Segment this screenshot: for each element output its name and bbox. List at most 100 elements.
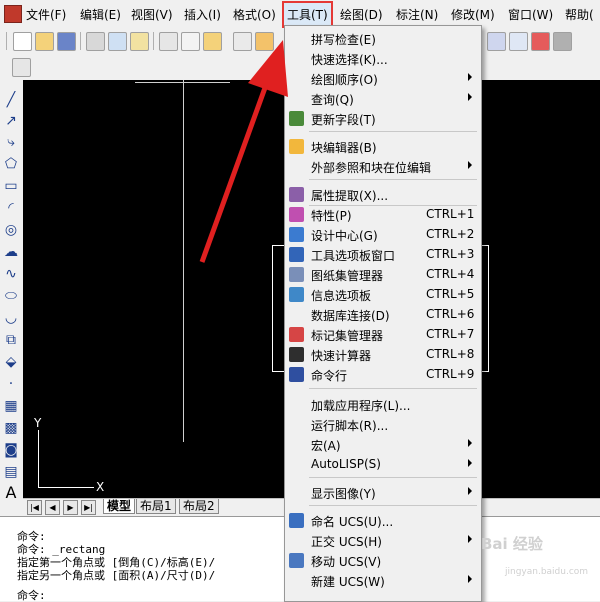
menu-item-info-palette[interactable]: 信息选项板 CTRL+5 bbox=[285, 285, 481, 304]
match-properties-icon[interactable] bbox=[233, 32, 252, 51]
sheet-set-icon[interactable] bbox=[487, 32, 506, 51]
menu-item-quick-calc[interactable]: 快速计算器 CTRL+8 bbox=[285, 345, 481, 364]
line-icon[interactable]: ╱ bbox=[3, 92, 19, 108]
copy-icon[interactable] bbox=[181, 32, 200, 51]
menu-item-label: 显示图像(Y) bbox=[311, 487, 376, 501]
rectangle-bottom-edge bbox=[272, 371, 284, 372]
point-icon[interactable]: · bbox=[3, 376, 19, 392]
menu-item-sheet-set-manager[interactable]: 图纸集管理器 CTRL+4 bbox=[285, 265, 481, 284]
menu-item-new-ucs[interactable]: 新建 UCS(W) bbox=[285, 571, 481, 590]
crosshair-vertical bbox=[183, 80, 184, 442]
menu-format[interactable]: 格式(O) bbox=[233, 6, 276, 24]
tab-layout2[interactable]: 布局2 bbox=[179, 499, 219, 514]
table-icon[interactable]: ▤ bbox=[3, 464, 19, 480]
ellipse-arc-icon[interactable]: ◡ bbox=[3, 310, 19, 326]
markup-set-manager-icon bbox=[289, 327, 304, 342]
submenu-arrow-icon bbox=[468, 575, 472, 583]
menu-item-macro[interactable]: 宏(A) bbox=[285, 435, 481, 454]
app-icon[interactable] bbox=[4, 5, 22, 23]
menu-item-attribute-extract[interactable]: 属性提取(X)... bbox=[285, 185, 481, 204]
menu-item-inquiry[interactable]: 查询(Q) bbox=[285, 89, 481, 108]
menu-item-db-connect[interactable]: 数据库连接(D) CTRL+6 bbox=[285, 305, 481, 324]
menu-item-load-application[interactable]: 加载应用程序(L)... bbox=[285, 395, 481, 414]
menu-help[interactable]: 帮助( bbox=[565, 6, 594, 24]
menu-edit[interactable]: 编辑(E) bbox=[80, 6, 121, 24]
menu-item-block-editor[interactable]: 块编辑器(B) bbox=[285, 137, 481, 156]
make-block-icon[interactable]: ⬙ bbox=[3, 354, 19, 370]
polygon-icon[interactable]: ⬠ bbox=[3, 156, 19, 172]
multiline-text-icon[interactable]: A bbox=[3, 485, 19, 501]
menu-modify[interactable]: 修改(M) bbox=[451, 6, 495, 24]
submenu-arrow-icon bbox=[468, 439, 472, 447]
tab-layout1[interactable]: 布局1 bbox=[136, 499, 176, 514]
menu-item-autolisp[interactable]: AutoLISP(S) bbox=[285, 455, 481, 474]
calculator-icon[interactable] bbox=[553, 32, 572, 51]
save-icon[interactable] bbox=[57, 32, 76, 51]
prev-tab-icon[interactable]: ◀ bbox=[45, 500, 60, 515]
region-icon[interactable]: ◙ bbox=[3, 442, 19, 458]
publish-icon[interactable] bbox=[130, 32, 149, 51]
arc-icon[interactable]: ◜ bbox=[3, 200, 19, 216]
info-palette-icon bbox=[289, 287, 304, 302]
menu-dimension[interactable]: 标注(N) bbox=[396, 6, 438, 24]
menu-window[interactable]: 窗口(W) bbox=[508, 6, 553, 24]
menu-item-markup-set-manager[interactable]: 标记集管理器 CTRL+7 bbox=[285, 325, 481, 344]
hatch-icon[interactable]: ▦ bbox=[3, 398, 19, 414]
markup-set-icon[interactable] bbox=[531, 32, 550, 51]
menu-item-orthographic-ucs[interactable]: 正交 UCS(H) bbox=[285, 531, 481, 550]
draw-toolbar: ╱ ↗ ⤷ ⬠ ▭ ◜ ◎ ☁ ∿ ⬭ ◡ ⧉ ⬙ · ▦ ▩ ◙ ▤ A bbox=[0, 80, 24, 501]
menu-item-run-script[interactable]: 运行脚本(R)... bbox=[285, 415, 481, 434]
menu-item-tool-palettes[interactable]: 工具选项板窗口 CTRL+3 bbox=[285, 245, 481, 264]
menu-insert[interactable]: 插入(I) bbox=[184, 6, 221, 24]
menu-draw[interactable]: 绘图(D) bbox=[340, 6, 383, 24]
insert-block-icon[interactable]: ⧉ bbox=[3, 332, 19, 348]
menu-item-label: 宏(A) bbox=[311, 439, 341, 453]
next-tab-icon[interactable]: ▶ bbox=[63, 500, 78, 515]
construction-line-icon[interactable]: ↗ bbox=[3, 113, 19, 129]
menu-item-label: 新建 UCS(W) bbox=[311, 575, 385, 589]
print-preview-icon[interactable] bbox=[108, 32, 127, 51]
menu-item-command-line[interactable]: 命令行 CTRL+9 bbox=[285, 365, 481, 384]
menu-item-quick-select[interactable]: 快速选择(K)... bbox=[285, 49, 481, 68]
ellipse-icon[interactable]: ⬭ bbox=[3, 288, 19, 304]
menu-item-shortcut: CTRL+8 bbox=[426, 347, 475, 361]
menu-item-design-center[interactable]: 设计中心(G) CTRL+2 bbox=[285, 225, 481, 244]
revision-cloud-icon[interactable]: ☁ bbox=[3, 244, 19, 260]
menu-view[interactable]: 视图(V) bbox=[131, 6, 173, 24]
properties-icon bbox=[289, 207, 304, 222]
menu-item-spell-check[interactable]: 拼写检查(E) bbox=[285, 29, 481, 48]
command-prompt[interactable]: 命令: bbox=[17, 589, 46, 602]
menu-item-display-image[interactable]: 显示图像(Y) bbox=[285, 483, 481, 502]
block-editor-toolbar-icon[interactable] bbox=[255, 32, 274, 51]
submenu-arrow-icon bbox=[468, 93, 472, 101]
menu-item-update-fields[interactable]: 更新字段(T) bbox=[285, 109, 481, 128]
menu-file[interactable]: 文件(F) bbox=[26, 6, 66, 24]
gradient-icon[interactable]: ▩ bbox=[3, 420, 19, 436]
open-file-icon[interactable] bbox=[35, 32, 54, 51]
layer-manager-icon[interactable] bbox=[12, 58, 31, 77]
circle-icon[interactable]: ◎ bbox=[3, 222, 19, 238]
submenu-arrow-icon bbox=[468, 73, 472, 81]
print-icon[interactable] bbox=[86, 32, 105, 51]
polyline-icon[interactable]: ⤷ bbox=[3, 134, 19, 150]
paste-icon[interactable] bbox=[203, 32, 222, 51]
menu-item-label: 加载应用程序(L)... bbox=[311, 399, 411, 413]
move-ucs-icon bbox=[289, 553, 304, 568]
menu-item-move-ucs[interactable]: 移动 UCS(V) bbox=[285, 551, 481, 570]
menu-item-named-ucs[interactable]: 命名 UCS(U)... bbox=[285, 511, 481, 530]
rectangle-icon[interactable]: ▭ bbox=[3, 178, 19, 194]
last-tab-icon[interactable]: ▶| bbox=[81, 500, 96, 515]
cut-icon[interactable] bbox=[159, 32, 178, 51]
menu-item-xref-inplace-edit[interactable]: 外部参照和块在位编辑 bbox=[285, 157, 481, 176]
markup-icon[interactable] bbox=[509, 32, 528, 51]
menu-item-properties[interactable]: 特性(P) CTRL+1 bbox=[285, 205, 481, 224]
first-tab-icon[interactable]: |◀ bbox=[27, 500, 42, 515]
menu-item-label: 运行脚本(R)... bbox=[311, 419, 389, 433]
toolbar-separator bbox=[80, 32, 81, 50]
sheet-set-manager-icon bbox=[289, 267, 304, 282]
menu-item-label: 快速计算器 bbox=[311, 349, 372, 363]
spline-icon[interactable]: ∿ bbox=[3, 266, 19, 282]
tab-model[interactable]: 模型 bbox=[103, 499, 136, 514]
new-file-icon[interactable] bbox=[13, 32, 32, 51]
menu-item-draw-order[interactable]: 绘图顺序(O) bbox=[285, 69, 481, 88]
